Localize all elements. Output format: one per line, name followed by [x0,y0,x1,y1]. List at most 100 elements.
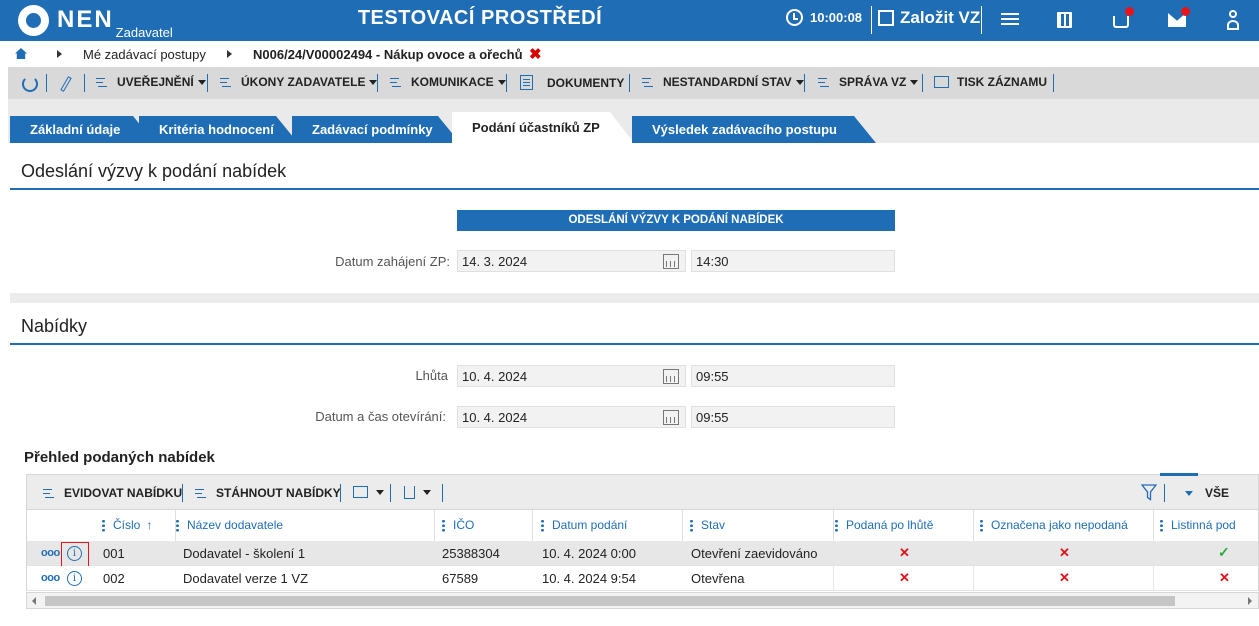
menu-lines-icon [390,76,404,88]
toolbar-label: KOMUNIKACE [411,75,494,89]
column-submitted[interactable]: Datum podání [541,518,627,532]
tab-zadavaci-podminky[interactable]: Zadávací podmínky [292,116,460,143]
inbox-icon[interactable] [1113,16,1129,28]
top-bar: NEN Zadavatel TESTOVACÍ PROSTŘEDÍ 10:00:… [0,0,1259,41]
column-menu-icon[interactable] [176,518,179,532]
offers-grid-toolbar: EVIDOVAT NABÍDKU STÁHNOUT NABÍDKY VŠE [26,473,1259,510]
offers-grid-header: Číslo ↑ Název dodavatele IČO Datum podán… [26,510,1259,541]
tab-kriteria-hodnoceni[interactable]: Kritéria hodnocení [139,116,298,143]
deadline-date-value: 10. 4. 2024 [462,369,528,384]
column-status[interactable]: Stav [690,518,725,532]
start-time-field[interactable]: 14:30 [691,250,895,272]
section-title-offers: Nabídky [21,316,88,336]
column-paper[interactable]: Listinná pod [1160,518,1236,532]
tab-vysledek[interactable]: Výsledek zadávacího postupu [632,116,876,143]
cell-number: 001 [103,546,125,561]
toolbar-dokumenty[interactable]: DOKUMENTY [520,75,624,90]
column-menu-icon[interactable] [835,518,838,532]
divider [442,484,443,502]
menu-lines-icon [642,76,656,88]
tab-zakladni-udaje[interactable]: Základní údaje [10,116,155,143]
column-menu-icon[interactable] [102,518,105,532]
column-not-submitted[interactable]: Označena jako nepodaná [980,518,1128,532]
row-actions-icon[interactable]: ooo [41,572,60,584]
column-menu-icon[interactable] [1160,518,1163,532]
toolbar-uverejneni[interactable]: UVEŘEJNĚNÍ [96,75,206,89]
chevron-right-icon [227,50,232,58]
cell-divider [833,541,834,566]
column-late[interactable]: Podaná po lhůtě [835,518,933,532]
column-supplier[interactable]: Název dodavatele [176,518,283,532]
divider [182,484,183,502]
toolbar-tisk-zaznamu[interactable]: TISK ZÁZNAMU [934,75,1047,89]
calendar-icon[interactable] [663,254,679,269]
toolbar-label: ÚKONY ZADAVATELE [241,75,366,89]
toolbar-nestandardni-stav[interactable]: NESTANDARDNÍ STAV [642,75,804,89]
calculator-icon[interactable] [1057,12,1072,28]
divider [1164,484,1165,502]
scroll-right-arrow-icon[interactable] [1248,597,1252,605]
cell-submitted: 10. 4. 2024 0:00 [542,546,636,561]
scroll-left-arrow-icon[interactable] [32,597,36,605]
home-icon[interactable] [15,48,27,59]
table-row[interactable]: ooo i 001 Dodavatel - školení 1 25388304… [26,541,1259,567]
print-menu-button[interactable] [353,486,384,498]
filter-all-dropdown[interactable]: VŠE [1181,486,1229,500]
info-icon[interactable]: i [67,571,82,586]
column-ico[interactable]: IČO [442,518,474,532]
column-divider [434,510,435,541]
info-icon[interactable]: i [67,546,82,561]
caret-down-icon [1185,490,1193,496]
hamburger-menu-icon[interactable] [1000,10,1020,30]
scrollbar-thumb[interactable] [45,596,1175,606]
caret-down-icon [376,489,384,495]
start-date-field[interactable]: 14. 3. 2024 [457,250,686,272]
export-menu-button[interactable] [404,486,431,499]
clock-icon [786,9,803,26]
start-date-label: Datum zahájení ZP: [335,254,450,269]
divider [84,74,85,92]
calendar-icon[interactable] [663,410,679,425]
toolbar-ukony-zadavatele[interactable]: ÚKONY ZADAVATELE [220,75,378,89]
cell-status: Otevřena [691,571,745,586]
toolbar-sprava-vz[interactable]: SPRÁVA VZ [818,75,919,89]
pencil-icon[interactable] [60,76,72,92]
column-label: IČO [453,518,475,532]
section-underline [10,343,1259,345]
cell-status: Otevření zaevidováno [691,546,818,561]
deadline-time-field[interactable]: 09:55 [691,365,895,387]
register-offer-button[interactable]: EVIDOVAT NABÍDKU [43,486,182,500]
calendar-icon[interactable] [663,369,679,384]
opening-time-field[interactable]: 09:55 [691,406,895,428]
toolbar-komunikace[interactable]: KOMUNIKACE [390,75,506,89]
user-icon[interactable] [1229,10,1237,18]
divider [340,484,341,502]
column-label: Označena jako nepodaná [991,518,1128,532]
refresh-icon[interactable] [22,76,38,92]
close-icon[interactable]: ✖ [529,45,542,63]
divider [207,74,208,92]
breadcrumb-my-procedures[interactable]: Mé zadávací postupy [83,47,206,62]
divider [377,74,378,92]
opening-date-field[interactable]: 10. 4. 2024 [457,406,686,428]
table-row[interactable]: ooo i 002 Dodavatel verze 1 VZ 67589 10.… [26,566,1259,591]
column-menu-icon[interactable] [541,518,544,532]
divider [981,6,982,34]
column-number[interactable]: Číslo ↑ [102,518,152,532]
column-menu-icon[interactable] [980,518,983,532]
row-actions-icon[interactable]: ooo [41,547,60,559]
toolbar-label: DOKUMENTY [547,75,625,90]
cell-late: ✕ [899,545,910,560]
tab-podani-ucastniku[interactable]: Podání účastníků ZP [452,112,634,143]
toolbar-label: UVEŘEJNĚNÍ [117,75,194,89]
deadline-label: Lhůta [415,368,448,383]
filter-icon[interactable] [1141,484,1157,501]
column-label: Datum podání [552,518,628,532]
download-offers-button[interactable]: STÁHNOUT NABÍDKY [195,486,341,500]
deadline-date-field[interactable]: 10. 4. 2024 [457,365,686,387]
column-menu-icon[interactable] [442,518,445,532]
create-vz-button[interactable]: Založit VZ [878,8,980,28]
invitation-header: ODESLÁNÍ VÝZVY K PODÁNÍ NABÍDEK [457,210,895,231]
column-menu-icon[interactable] [690,518,693,532]
horizontal-scrollbar[interactable] [26,592,1259,609]
